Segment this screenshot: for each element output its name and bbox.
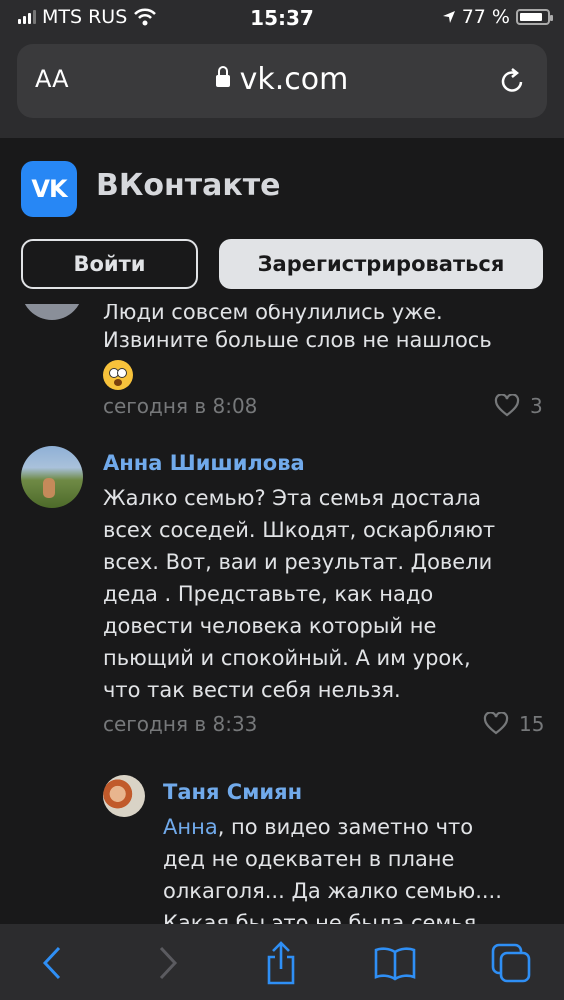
login-button[interactable]: Войти	[21, 239, 198, 289]
back-button[interactable]	[28, 938, 78, 988]
battery-percent: 77 %	[461, 6, 510, 28]
url-display[interactable]: vk.com	[17, 62, 547, 97]
vk-logo[interactable]: VK	[21, 161, 77, 217]
chevron-left-icon	[42, 946, 61, 980]
comments-feed[interactable]: Люди совсем обнулились уже. Извините бол…	[0, 304, 564, 924]
avatar[interactable]	[103, 775, 145, 817]
address-bar[interactable]: AA vk.com	[17, 44, 547, 118]
vk-title: ВКонтакте	[96, 168, 281, 203]
like-count: 15	[519, 712, 545, 736]
comment-author[interactable]: Таня Смиян	[163, 780, 302, 804]
chevron-right-icon	[159, 946, 178, 980]
register-button[interactable]: Зарегистрироваться	[219, 239, 543, 289]
comment-text: Анна, по видео заметно что	[163, 811, 473, 843]
share-icon	[267, 941, 295, 985]
comment-text: Жалко семью? Эта семья достала всех сосе…	[103, 486, 496, 702]
avatar[interactable]	[21, 304, 83, 320]
browser-chrome: AA vk.com	[0, 36, 564, 138]
share-button[interactable]	[256, 938, 306, 988]
tabs-button[interactable]	[486, 938, 536, 988]
heart-icon	[494, 394, 520, 417]
status-bar: MTS RUS 15:37 77 %	[0, 0, 564, 36]
location-arrow-icon	[442, 11, 455, 23]
mention-link[interactable]: Анна	[163, 815, 218, 839]
url-text: vk.com	[239, 62, 349, 97]
like-count: 3	[530, 394, 543, 418]
like-button[interactable]: 15	[483, 712, 544, 736]
comment-author[interactable]: Анна Шишилова	[103, 451, 305, 475]
tabs-icon	[491, 943, 531, 983]
battery-icon	[516, 9, 553, 25]
book-icon	[374, 947, 416, 981]
comment-time: сегодня в 8:33	[103, 712, 258, 736]
vk-header: VK ВКонтакте Войти Зарегистрироваться	[0, 138, 564, 304]
avatar[interactable]	[21, 446, 83, 508]
astonished-emoji-icon	[103, 360, 133, 390]
like-button[interactable]: 3	[494, 394, 543, 418]
lock-icon	[215, 66, 230, 87]
forward-button[interactable]	[142, 938, 192, 988]
comment-time: сегодня в 8:08	[103, 394, 258, 418]
heart-icon	[483, 712, 509, 735]
comment-text-first: , по видео заметно что	[217, 815, 474, 839]
comment-text-rest: дед не одекватен в плане олкаголя... Да …	[163, 847, 502, 924]
browser-toolbar	[0, 924, 564, 1000]
bookmarks-button[interactable]	[370, 938, 420, 988]
reload-icon[interactable]	[497, 66, 527, 96]
status-right: 77 %	[442, 6, 553, 28]
comment-text: Извините больше слов не нашлось	[103, 328, 492, 352]
